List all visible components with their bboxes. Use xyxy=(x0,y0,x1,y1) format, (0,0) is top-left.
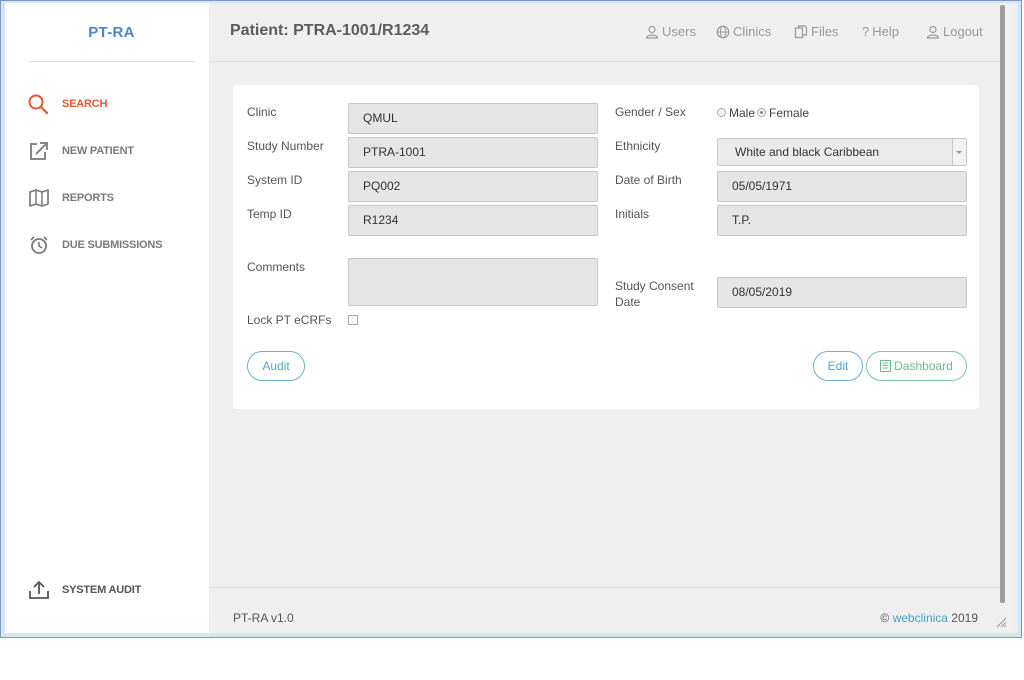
study-number-label: Study Number xyxy=(247,139,324,153)
gender-male-radio[interactable] xyxy=(717,108,726,117)
dob-label: Date of Birth xyxy=(615,173,682,187)
external-link-icon xyxy=(27,140,51,162)
edit-button[interactable]: Edit xyxy=(813,351,863,381)
brand-logo[interactable]: PT-RA xyxy=(29,3,194,62)
comments-label: Comments xyxy=(247,260,306,274)
gender-label: Gender / Sex xyxy=(615,105,686,119)
dashboard-button[interactable]: Dashboard xyxy=(866,351,967,381)
files-icon xyxy=(794,24,808,38)
sidebar-item-new-patient[interactable]: NEW PATIENT xyxy=(27,139,134,163)
nav-help[interactable]: ? Help xyxy=(862,24,899,39)
browser-window: PT-RA SEARCH NEW PATIENT REPORTS DUE SUB… xyxy=(0,0,1022,638)
sidebar-item-due-submissions[interactable]: DUE SUBMISSIONS xyxy=(27,233,162,257)
footer: PT-RA v1.0 © webclinica 2019 xyxy=(209,587,1000,633)
nav-label: Help xyxy=(872,24,899,39)
question-icon: ? xyxy=(862,24,870,39)
user-icon xyxy=(926,25,940,39)
ethnicity-label: Ethnicity xyxy=(615,139,661,153)
study-number-field[interactable]: PTRA-1001 xyxy=(348,137,598,168)
consent-label-line1: Study Consent xyxy=(615,279,694,293)
comments-field[interactable] xyxy=(348,258,598,306)
globe-icon xyxy=(716,25,730,38)
sidebar: PT-RA SEARCH NEW PATIENT REPORTS DUE SUB… xyxy=(5,3,209,633)
header: Patient: PTRA-1001/R1234 Users Clinics F… xyxy=(209,3,1000,62)
webclinica-link[interactable]: webclinica xyxy=(893,611,948,625)
user-icon xyxy=(645,25,659,39)
sidebar-item-reports[interactable]: REPORTS xyxy=(27,186,114,210)
consent-label-line2: Date xyxy=(615,295,641,309)
initials-field[interactable]: T.P. xyxy=(717,205,967,236)
initials-label: Initials xyxy=(615,207,650,221)
sidebar-item-label: SYSTEM AUDIT xyxy=(62,584,142,596)
map-icon xyxy=(27,187,51,209)
app: PT-RA SEARCH NEW PATIENT REPORTS DUE SUB… xyxy=(5,3,1018,633)
nav-label: Files xyxy=(811,24,839,39)
system-id-field[interactable]: PQ002 xyxy=(348,171,598,202)
search-icon xyxy=(27,93,51,115)
consent-date-field[interactable]: 08/05/2019 xyxy=(717,277,967,308)
resize-grip-icon[interactable] xyxy=(995,615,1007,628)
sidebar-item-label: SEARCH xyxy=(62,98,108,110)
nav-clinics[interactable]: Clinics xyxy=(716,24,771,39)
sidebar-item-search[interactable]: SEARCH xyxy=(27,92,107,116)
audit-button[interactable]: Audit xyxy=(247,351,305,381)
system-id-label: System ID xyxy=(247,173,303,187)
nav-logout[interactable]: Logout xyxy=(926,24,983,39)
patient-card: Clinic QMUL Study Number PTRA-1001 Syste… xyxy=(233,85,979,409)
nav-label: Users xyxy=(662,24,696,39)
temp-id-label: Temp ID xyxy=(247,207,292,221)
sidebar-item-label: DUE SUBMISSIONS xyxy=(62,239,163,251)
dob-field[interactable]: 05/05/1971 xyxy=(717,171,967,202)
copyright-symbol: © xyxy=(880,611,890,625)
ethnicity-select[interactable]: White and black Caribbean xyxy=(717,138,967,166)
nav-label: Clinics xyxy=(733,24,772,39)
sidebar-item-label: REPORTS xyxy=(62,192,114,204)
gender-female-radio[interactable] xyxy=(757,108,766,117)
lock-checkbox[interactable] xyxy=(348,315,358,325)
lock-label: Lock PT eCRFs xyxy=(247,313,332,327)
version-text: PT-RA v1.0 xyxy=(233,611,294,625)
dashboard-icon xyxy=(880,360,892,372)
temp-id-field[interactable]: R1234 xyxy=(348,205,598,236)
copyright: © webclinica 2019 xyxy=(880,611,978,625)
scrollbar-thumb[interactable] xyxy=(1000,5,1005,603)
upload-icon xyxy=(27,579,51,601)
copyright-year: 2019 xyxy=(951,611,978,625)
chevron-down-icon xyxy=(952,139,966,165)
gender-female-label: Female xyxy=(769,106,810,120)
sidebar-item-system-audit[interactable]: SYSTEM AUDIT xyxy=(27,578,141,602)
nav-files[interactable]: Files xyxy=(794,24,838,39)
page-title: Patient: PTRA-1001/R1234 xyxy=(230,22,430,39)
active-indicator xyxy=(199,90,209,116)
alarm-clock-icon xyxy=(27,234,51,256)
gender-male-label: Male xyxy=(729,106,756,120)
dashboard-button-label: Dashboard xyxy=(894,359,953,373)
clinic-label: Clinic xyxy=(247,105,277,119)
clinic-field[interactable]: QMUL xyxy=(348,103,598,134)
nav-label: Logout xyxy=(943,24,983,39)
nav-users[interactable]: Users xyxy=(645,24,696,39)
sidebar-item-label: NEW PATIENT xyxy=(62,145,134,157)
ethnicity-value: White and black Caribbean xyxy=(735,145,880,159)
